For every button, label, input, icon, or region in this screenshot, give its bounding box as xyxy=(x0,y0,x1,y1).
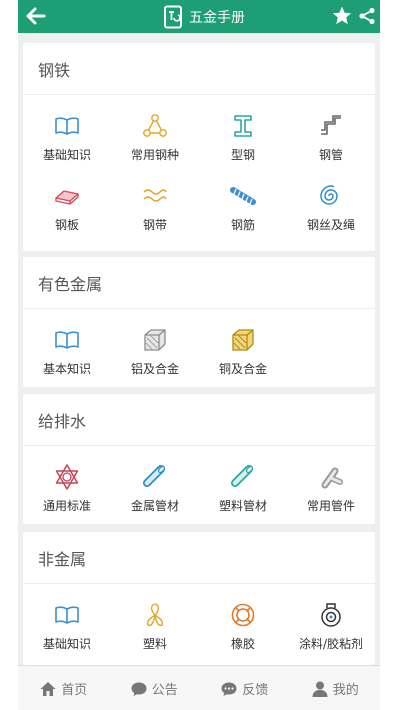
metal-pipe-icon xyxy=(143,465,166,487)
item-label: 铝及合金 xyxy=(130,362,179,376)
tab-home[interactable]: 首页 xyxy=(18,666,109,710)
item-plastics[interactable]: 塑料 xyxy=(111,594,199,662)
person-icon xyxy=(312,681,328,697)
item-label: 橡胶 xyxy=(230,637,255,651)
back-button[interactable] xyxy=(22,4,48,28)
plastic-pipe-icon xyxy=(231,465,254,487)
item-label: 通用标准 xyxy=(42,499,91,513)
tab-label: 首页 xyxy=(61,683,88,698)
app-window: 五金手册 钢铁 基础知识 常用钢种 型钢 钢管 钢板 钢带 钢筋 钢丝及绳 有色… xyxy=(18,0,380,710)
manual-book-icon xyxy=(164,5,182,28)
tab-feedback[interactable]: 反馈 xyxy=(199,666,290,710)
section-title: 钢铁 xyxy=(23,43,375,95)
item-general-standard[interactable]: 通用标准 xyxy=(23,456,111,524)
triangle-nodes-icon xyxy=(143,114,167,137)
item-basic-knowledge[interactable]: 基本知识 xyxy=(23,319,111,387)
item-label: 常用管件 xyxy=(306,499,355,513)
open-book-icon xyxy=(55,606,79,624)
share-icon[interactable] xyxy=(358,7,376,25)
item-label: 钢带 xyxy=(142,218,167,232)
top-app-bar: 五金手册 xyxy=(18,0,380,33)
item-label: 基础知识 xyxy=(42,637,91,651)
wave-strip-icon xyxy=(143,189,167,202)
rebar-icon xyxy=(230,187,256,205)
item-label: 基础知识 xyxy=(42,148,91,162)
item-label: 常用钢种 xyxy=(130,148,179,162)
app-title: 五金手册 xyxy=(163,0,245,33)
item-steel-plate[interactable]: 钢板 xyxy=(23,175,111,243)
item-label: 钢筋 xyxy=(230,218,255,232)
item-aluminum-alloy[interactable]: 铝及合金 xyxy=(111,319,199,387)
wire-coil-icon xyxy=(320,185,338,205)
section-title: 非金属 xyxy=(23,532,375,584)
item-label: 涂料/胶粘剂 xyxy=(298,637,364,651)
hexagram-icon xyxy=(55,464,79,490)
content-area: 钢铁 基础知识 常用钢种 型钢 钢管 钢板 钢带 钢筋 钢丝及绳 有色金属 基本… xyxy=(18,33,380,665)
item-coatings-adhesives[interactable]: 涂料/胶粘剂 xyxy=(287,594,375,662)
tab-label: 反馈 xyxy=(242,683,269,698)
pipe-bend-icon xyxy=(321,115,341,135)
comment-dots-icon xyxy=(221,682,237,696)
home-icon xyxy=(40,681,56,696)
item-label: 塑料管材 xyxy=(218,499,267,513)
item-metal-pipe[interactable]: 金属管材 xyxy=(111,456,199,524)
item-pipe-fittings[interactable]: 常用管件 xyxy=(287,456,375,524)
item-steel-strip[interactable]: 钢带 xyxy=(111,175,199,243)
item-label: 塑料 xyxy=(142,637,167,651)
item-label: 钢管 xyxy=(318,148,343,162)
tab-label: 公告 xyxy=(151,683,178,698)
star-icon[interactable] xyxy=(331,5,353,27)
item-steel-pipe[interactable]: 钢管 xyxy=(287,105,375,173)
i-beam-icon xyxy=(234,115,252,137)
section-nonmetal: 非金属 基础知识 塑料 橡胶 涂料/胶粘剂 xyxy=(23,532,375,665)
chat-bubble-icon xyxy=(131,682,147,696)
item-label: 金属管材 xyxy=(130,499,179,513)
item-section-steel[interactable]: 型钢 xyxy=(199,105,287,173)
open-book-icon xyxy=(55,331,79,349)
item-label: 铜及合金 xyxy=(218,362,267,376)
back-arrow-icon xyxy=(26,7,46,25)
ring-icon xyxy=(231,603,255,627)
item-label: 钢板 xyxy=(54,218,79,232)
item-plastic-pipe[interactable]: 塑料管材 xyxy=(199,456,287,524)
section-water-supply: 给排水 通用标准 金属管材 塑料管材 常用管件 xyxy=(23,394,375,524)
cube-gold-icon xyxy=(232,329,254,351)
section-nonferrous: 有色金属 基本知识 铝及合金 铜及合金 xyxy=(23,257,375,387)
section-steel: 钢铁 基础知识 常用钢种 型钢 钢管 钢板 钢带 钢筋 钢丝及绳 xyxy=(23,43,375,251)
item-copper-alloy[interactable]: 铜及合金 xyxy=(199,319,287,387)
item-rebar[interactable]: 钢筋 xyxy=(199,175,287,243)
cube-grey-icon xyxy=(144,329,166,351)
fan-icon xyxy=(146,603,164,627)
bottom-tab-bar: 首页 公告 反馈 我的 xyxy=(18,665,380,710)
item-rubber[interactable]: 橡胶 xyxy=(199,594,287,662)
tab-label: 我的 xyxy=(332,683,359,698)
item-label: 基本知识 xyxy=(42,362,91,376)
item-common-steel[interactable]: 常用钢种 xyxy=(111,105,199,173)
section-title: 给排水 xyxy=(23,394,375,446)
item-basic-knowledge[interactable]: 基础知识 xyxy=(23,594,111,662)
item-wire-rope[interactable]: 钢丝及绳 xyxy=(287,175,375,243)
paint-roll-icon xyxy=(321,603,341,627)
tab-notice[interactable]: 公告 xyxy=(109,666,200,710)
section-title: 有色金属 xyxy=(23,257,375,309)
page-title: 五金手册 xyxy=(189,9,245,26)
steel-plate-icon xyxy=(55,190,79,205)
pipe-fitting-icon xyxy=(321,467,343,489)
tab-mine[interactable]: 我的 xyxy=(290,666,381,710)
item-label: 钢丝及绳 xyxy=(306,218,355,232)
item-label: 型钢 xyxy=(230,148,255,162)
item-basic-knowledge[interactable]: 基础知识 xyxy=(23,105,111,173)
open-book-icon xyxy=(55,117,79,135)
